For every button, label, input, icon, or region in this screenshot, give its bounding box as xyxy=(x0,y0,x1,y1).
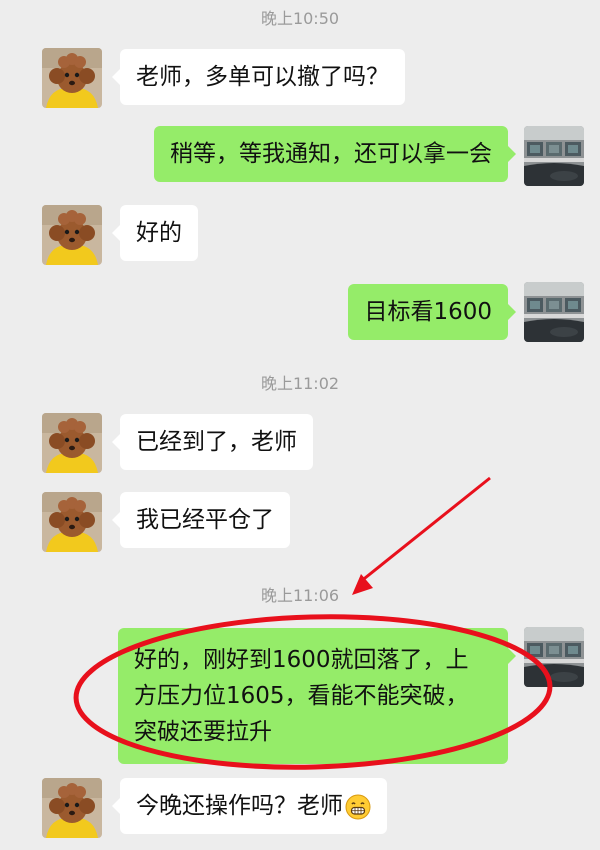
red-arrow xyxy=(359,476,491,584)
poodle-avatar-icon xyxy=(42,778,102,838)
timestamp: 晚上11:06 xyxy=(260,586,340,605)
message-bubble-received[interactable]: 今晚还操作吗？老师 xyxy=(112,778,387,834)
poodle-avatar-icon xyxy=(42,492,102,552)
message-line: 突破还要拉升 xyxy=(134,719,272,745)
message-bubble-received[interactable]: 老师，多单可以撤了吗？ xyxy=(112,49,405,105)
contact-avatar[interactable] xyxy=(42,48,102,108)
timestamp: 晚上10:50 xyxy=(260,9,340,28)
message-text: 今晚还操作吗？老师 xyxy=(136,793,343,819)
message-bubble-received[interactable]: 已经到了，老师 xyxy=(112,414,313,470)
message-bubble-sent[interactable]: 目标看1600 xyxy=(348,284,516,340)
poodle-avatar-icon xyxy=(42,205,102,265)
my-avatar[interactable] xyxy=(524,282,584,342)
contact-avatar[interactable] xyxy=(42,413,102,473)
contact-avatar[interactable] xyxy=(42,778,102,838)
grinning-face-emoji-icon xyxy=(345,794,371,819)
message-line: 方压力位1605，看能不能突破， xyxy=(134,683,469,709)
message-bubble-received[interactable]: 好的 xyxy=(112,205,198,261)
message-bubble-received[interactable]: 我已经平仓了 xyxy=(112,492,290,548)
my-avatar[interactable] xyxy=(524,126,584,186)
contact-avatar[interactable] xyxy=(42,492,102,552)
poodle-avatar-icon xyxy=(42,48,102,108)
room-photo-avatar-icon xyxy=(524,126,584,186)
room-photo-avatar-icon xyxy=(524,627,584,687)
room-photo-avatar-icon xyxy=(524,282,584,342)
poodle-avatar-icon xyxy=(42,413,102,473)
timestamp: 晚上11:02 xyxy=(260,374,340,393)
message-bubble-sent[interactable]: 好的，刚好到1600就回落了，上 方压力位1605，看能不能突破， 突破还要拉升 xyxy=(118,628,516,764)
message-bubble-sent[interactable]: 稍等，等我通知，还可以拿一会 xyxy=(154,126,516,182)
contact-avatar[interactable] xyxy=(42,205,102,265)
my-avatar[interactable] xyxy=(524,627,584,687)
message-line: 好的，刚好到1600就回落了，上 xyxy=(134,647,469,673)
